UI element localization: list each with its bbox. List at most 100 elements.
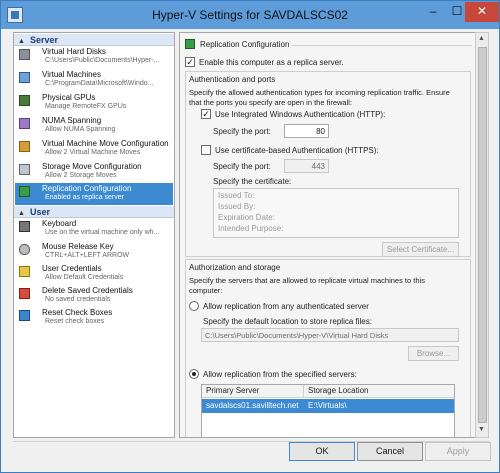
cert-issued-by: Issued By: [218, 202, 256, 211]
enable-replica-checkbox[interactable]: ✓ [185, 57, 195, 67]
http-port-input[interactable]: 80 [284, 124, 329, 138]
reset-icon [19, 310, 30, 321]
enable-replica-label: Enable this computer as a replica server… [199, 58, 344, 67]
https-auth-checkbox[interactable] [201, 145, 211, 155]
nav-label: Storage Move Configuration [42, 162, 142, 171]
nav-label: Replication Configuration [42, 184, 132, 193]
settings-detail-pane: Replication Configuration ✓ Enable this … [179, 32, 489, 438]
storage-desc-line-1: Specify the servers that are allowed to … [189, 276, 425, 285]
nav-sublabel: Allow 2 Virtual Machine Moves [45, 149, 141, 156]
nav-label: Delete Saved Credentials [42, 286, 133, 295]
nav-label: Virtual Hard Disks [42, 47, 106, 56]
nav-label: Reset Check Boxes [42, 308, 113, 317]
https-port-label: Specify the port: [213, 162, 271, 171]
nav-label: Virtual Machine Move Configuration [42, 139, 169, 148]
authorization-group: Authorization and storage Specify the se… [185, 259, 471, 437]
default-location-input[interactable]: C:\Users\Public\Documents\Hyper-V\Virtua… [201, 328, 459, 342]
nav-mouse-release-key[interactable]: Mouse Release Key CTRL+ALT+LEFT ARROW [15, 241, 173, 263]
header-divider [292, 45, 472, 46]
https-port-input[interactable]: 443 [284, 159, 329, 173]
nav-virtual-hard-disks[interactable]: Virtual Hard Disks C:\Users\Public\Docum… [15, 46, 173, 68]
nav-sublabel: Allow 2 Storage Moves [45, 172, 117, 179]
nav-keyboard[interactable]: Keyboard Use on the virtual machine only… [15, 218, 173, 240]
nav-sublabel: Allow Default Credentials [45, 274, 124, 281]
authentication-group: Authentication and ports Specify the all… [185, 71, 471, 257]
scroll-thumb[interactable] [478, 47, 487, 423]
allow-any-server-label: Allow replication from any authenticated… [203, 302, 369, 311]
scroll-up-icon[interactable]: ▲ [478, 35, 485, 42]
table-row[interactable]: savdalscs01.savilltech.net E:\Virtuals\ [202, 399, 454, 413]
settings-nav: ▲ Server Virtual Hard Disks C:\Users\Pub… [13, 32, 175, 438]
certificate-details: Issued To: Issued By: Expiration Date: I… [213, 188, 459, 238]
nav-sublabel: Enabled as replica server [45, 194, 124, 201]
storage-group-title: Authorization and storage [189, 263, 281, 272]
certificate-label: Specify the certificate: [213, 177, 292, 186]
nav-reset-check-boxes[interactable]: Reset Check Boxes Reset check boxes [15, 307, 173, 329]
nav-sublabel: CTRL+ALT+LEFT ARROW [45, 252, 130, 259]
gpu-icon [19, 95, 30, 106]
auth-desc-line-2: that the ports you specify are open in t… [189, 98, 353, 107]
http-auth-checkbox[interactable]: ✓ [201, 109, 211, 119]
location-cell: E:\Virtuals\ [308, 401, 347, 410]
allow-any-server-radio[interactable] [189, 301, 199, 311]
server-cell: savdalscs01.savilltech.net [206, 401, 299, 410]
allowed-servers-table: Primary Server Storage Location savdalsc… [201, 384, 455, 437]
default-location-label: Specify the default location to store re… [203, 317, 372, 326]
close-button[interactable]: ✕ [465, 2, 499, 22]
nav-sublabel: Reset check boxes [45, 318, 105, 325]
cert-purpose: Intended Purpose: [218, 224, 284, 233]
nav-label: Mouse Release Key [42, 242, 114, 251]
nav-sublabel: Allow NUMA Spanning [45, 126, 116, 133]
nav-label: User Credentials [42, 264, 102, 273]
nav-virtual-machines[interactable]: Virtual Machines C:\ProgramData\Microsof… [15, 69, 173, 91]
detail-scrollbar[interactable]: ▲ ▼ [475, 32, 489, 438]
browse-button[interactable]: Browse... [408, 346, 459, 361]
column-primary-server[interactable]: Primary Server [202, 385, 304, 398]
nav-sublabel: C:\Users\Public\Documents\Hyper-... [45, 57, 160, 64]
replication-icon [19, 186, 30, 197]
section-label: Server [30, 35, 59, 45]
title-bar: Hyper-V Settings for SAVDALSCS02 – ☐ ✕ [1, 1, 499, 29]
delete-credentials-icon [19, 288, 30, 299]
virtual-machine-icon [19, 72, 30, 83]
nav-storage-move-configuration[interactable]: Storage Move Configuration Allow 2 Stora… [15, 161, 173, 183]
nav-label: Keyboard [42, 219, 77, 228]
https-auth-label: Use certificate-based Authentication (HT… [215, 146, 379, 155]
nav-vm-move-configuration[interactable]: Virtual Machine Move Configuration Allow… [15, 138, 173, 160]
scroll-down-icon[interactable]: ▼ [478, 426, 485, 433]
section-label: User [30, 207, 51, 217]
ok-button[interactable]: OK [289, 442, 355, 461]
nav-numa-spanning[interactable]: NUMA Spanning Allow NUMA Spanning [15, 115, 173, 137]
select-certificate-button[interactable]: Select Certificate... [382, 242, 459, 257]
hard-disk-icon [19, 49, 30, 60]
allow-specified-servers-label: Allow replication from the specified ser… [203, 370, 357, 379]
section-user[interactable]: ▲ User [14, 206, 174, 218]
apply-button[interactable]: Apply [425, 442, 491, 461]
allow-specified-servers-radio[interactable] [189, 369, 199, 379]
cert-expiration: Expiration Date: [218, 213, 275, 222]
nav-label: Virtual Machines [42, 70, 101, 79]
nav-label: Physical GPUs [42, 93, 96, 102]
column-storage-location[interactable]: Storage Location [304, 385, 454, 398]
keyboard-icon [19, 221, 30, 232]
nav-replication-configuration[interactable]: Replication Configuration Enabled as rep… [15, 183, 173, 205]
cert-issued-to: Issued To: [218, 191, 255, 200]
settings-window: Hyper-V Settings for SAVDALSCS02 – ☐ ✕ ▲… [0, 0, 500, 473]
auth-group-title: Authentication and ports [189, 75, 276, 84]
vm-move-icon [19, 141, 30, 152]
section-server[interactable]: ▲ Server [14, 34, 174, 46]
nav-sublabel: Use on the virtual machine only wh... [45, 229, 160, 236]
page-title: Replication Configuration [200, 40, 290, 49]
storage-desc-line-2: computer: [189, 286, 223, 295]
replication-icon [185, 39, 195, 49]
numa-icon [19, 118, 30, 129]
nav-user-credentials[interactable]: User Credentials Allow Default Credentia… [15, 263, 173, 285]
auth-desc-line-1: Specify the allowed authentication types… [189, 88, 450, 97]
nav-physical-gpus[interactable]: Physical GPUs Manage RemoteFX GPUs [15, 92, 173, 114]
minimize-button[interactable]: – [421, 2, 445, 22]
storage-move-icon [19, 164, 30, 175]
http-port-label: Specify the port: [213, 127, 271, 136]
cancel-button[interactable]: Cancel [357, 442, 423, 461]
nav-sublabel: No saved credentials [45, 296, 111, 303]
nav-delete-saved-credentials[interactable]: Delete Saved Credentials No saved creden… [15, 285, 173, 307]
